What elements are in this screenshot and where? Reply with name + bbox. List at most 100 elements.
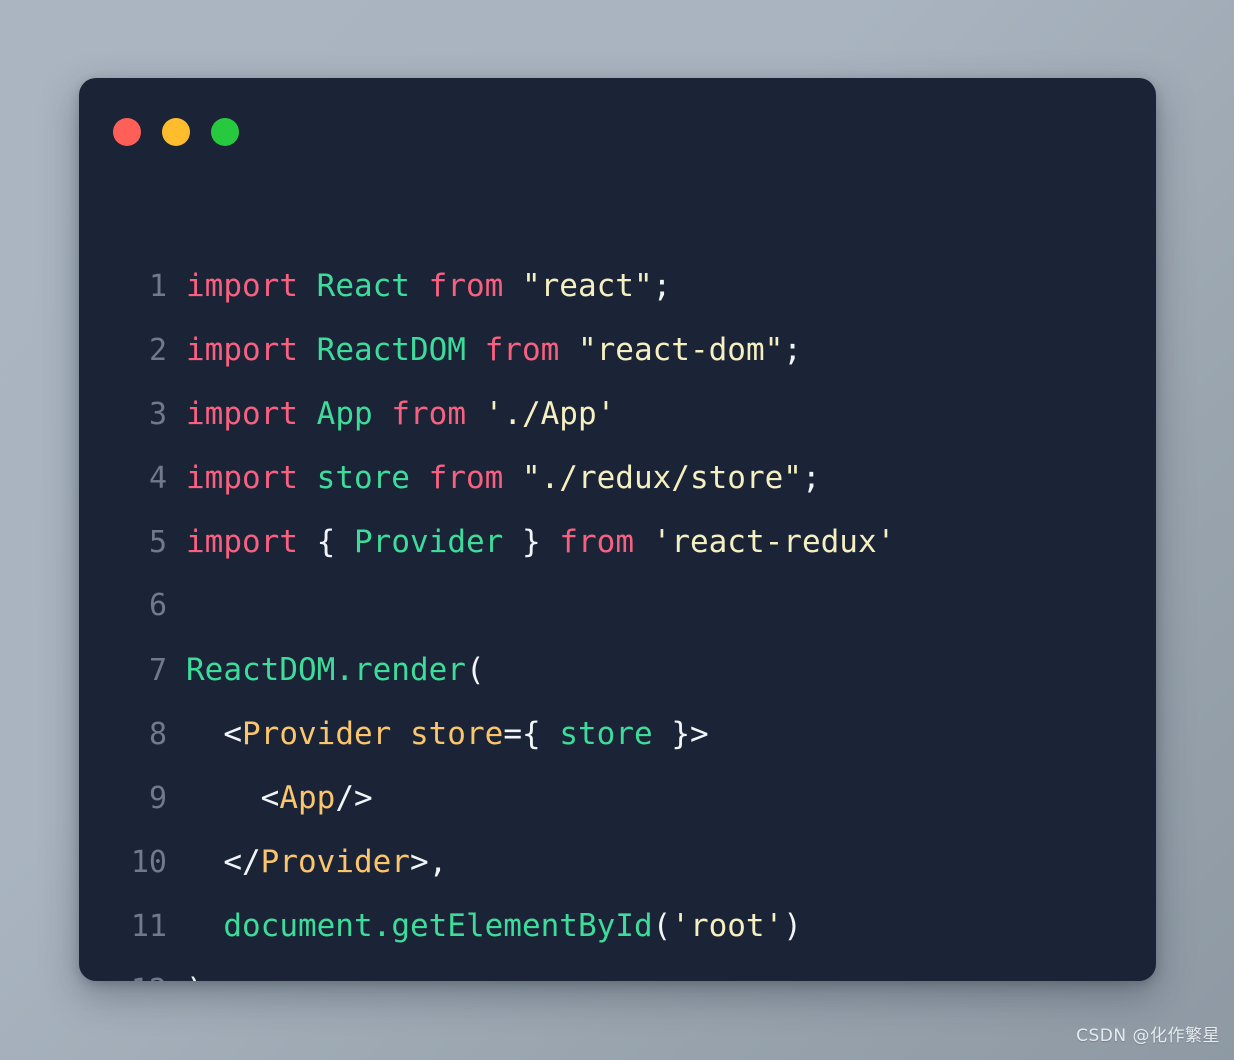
code-token: import — [186, 268, 298, 304]
minimize-button[interactable] — [162, 118, 190, 146]
code-token: from — [559, 524, 634, 560]
code-line[interactable]: 4 import store from "./redux/store"; — [79, 446, 1156, 510]
code-line[interactable]: 2 import ReactDOM from "react-dom"; — [79, 318, 1156, 382]
line-number: 1 — [148, 269, 167, 304]
watermark: CSDN @化作繁星 — [1076, 1026, 1220, 1046]
code-token: > — [409, 844, 429, 880]
code-token: React — [316, 268, 410, 304]
code-token: </ — [223, 844, 261, 880]
code-token: document — [223, 908, 373, 944]
code-line-text[interactable]: import React from "react"; — [167, 254, 671, 318]
close-button[interactable] — [113, 118, 141, 146]
code-token: import — [186, 396, 298, 432]
code-line[interactable]: 8 <Provider store={ store }> — [79, 702, 1156, 766]
line-number: 9 — [148, 781, 167, 816]
code-token: . — [335, 652, 354, 688]
code-token: import — [186, 332, 298, 368]
code-line-text[interactable]: import store from "./redux/store"; — [167, 446, 821, 510]
code-token: from — [428, 460, 504, 496]
code-token: } — [671, 716, 690, 752]
code-token: Provider — [354, 524, 504, 560]
code-token: import — [186, 460, 298, 496]
code-token: < — [223, 716, 242, 752]
code-line-text[interactable]: ) — [167, 958, 205, 981]
code-line[interactable]: 3 import App from './App' — [79, 382, 1156, 446]
code-line-text[interactable]: </Provider>, — [167, 830, 447, 894]
code-line[interactable]: 6 — [79, 574, 1156, 638]
code-token: ( — [465, 652, 485, 688]
line-number: 4 — [148, 461, 167, 496]
window-titlebar — [113, 118, 239, 146]
code-line-text[interactable]: import { Provider } from 'react-redux' — [167, 510, 895, 574]
code-token: , — [428, 844, 448, 880]
code-token: from — [428, 268, 504, 304]
code-line[interactable]: 10 </Provider>, — [79, 830, 1156, 894]
code-token: < — [260, 780, 280, 816]
code-token: ; — [652, 268, 672, 304]
code-token: . — [372, 908, 392, 944]
maximize-button[interactable] — [211, 118, 239, 146]
code-token: store — [559, 716, 653, 752]
code-token: import — [186, 524, 298, 560]
line-number: 5 — [148, 525, 167, 560]
code-line-text[interactable]: ReactDOM.render( — [167, 638, 485, 702]
line-number: 11 — [130, 909, 167, 944]
code-token: Provider — [260, 844, 410, 880]
code-token: ReactDOM — [186, 652, 336, 688]
code-token: { — [316, 524, 336, 560]
code-token: } — [521, 524, 541, 560]
code-line[interactable]: 1 import React from "react"; — [79, 254, 1156, 318]
line-number: 12 — [79, 959, 167, 981]
code-token: render — [353, 652, 466, 688]
code-line-text[interactable]: import ReactDOM from "react-dom"; — [167, 318, 802, 382]
code-line[interactable]: 12) — [79, 958, 1156, 981]
code-token: ReactDOM — [316, 332, 466, 368]
code-token: > — [690, 716, 709, 752]
code-line[interactable]: 5 import { Provider } from 'react-redux' — [79, 510, 1156, 574]
code-token: ) — [186, 972, 205, 981]
code-line[interactable]: 9 <App/> — [79, 766, 1156, 830]
code-line[interactable]: 11 document.getElementById('root') — [79, 894, 1156, 958]
code-token: from — [484, 332, 560, 368]
code-line-text[interactable]: <Provider store={ store }> — [167, 702, 709, 766]
code-token: ) — [783, 908, 802, 944]
line-number: 3 — [148, 397, 167, 432]
code-editor[interactable]: 1 import React from "react"; 2 import React… — [79, 254, 1156, 981]
code-token: from — [391, 396, 466, 432]
code-token: "react-dom" — [577, 332, 784, 368]
code-token: 'react-redux' — [652, 524, 896, 560]
code-line[interactable]: 7 ReactDOM.render( — [79, 638, 1156, 702]
code-token: 'root' — [671, 908, 784, 944]
code-token: = — [503, 716, 522, 752]
code-token: './App' — [484, 396, 616, 432]
code-token: "react" — [521, 268, 653, 304]
code-line-text[interactable]: document.getElementById('root') — [167, 894, 802, 958]
code-window: 1 import React from "react"; 2 import React… — [79, 78, 1156, 981]
code-token: App — [279, 780, 336, 816]
line-number: 7 — [148, 653, 167, 688]
code-line-text[interactable]: import App from './App' — [167, 382, 615, 446]
code-line-text[interactable]: <App/> — [167, 766, 373, 830]
code-token: Provider — [242, 716, 392, 752]
line-number: 2 — [148, 333, 167, 368]
